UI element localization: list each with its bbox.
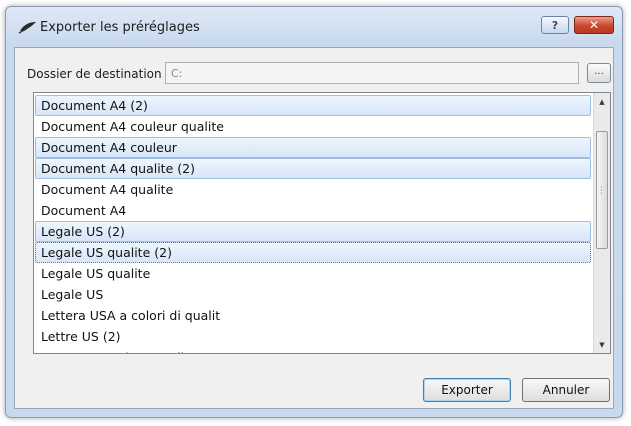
- vertical-scrollbar[interactable]: ▲ · · · ▼: [593, 93, 610, 353]
- presets-listbox[interactable]: Document A4 (2) Document A4 couleur quali…: [33, 92, 611, 354]
- list-item[interactable]: Legale US qualite: [35, 263, 591, 284]
- list-item[interactable]: Document A4 couleur qualite: [35, 116, 591, 137]
- scanner-pen-icon: [18, 22, 36, 34]
- scrollbar-thumb[interactable]: · · ·: [596, 131, 608, 249]
- title-bar[interactable]: Exporter les préréglages ? ✕: [6, 7, 622, 47]
- scroll-down-arrow-icon[interactable]: ▼: [594, 336, 610, 353]
- cancel-button[interactable]: Annuler: [522, 378, 610, 402]
- destination-folder-label: Dossier de destination: [27, 67, 162, 81]
- dialog-content: Dossier de destination ... Document A4 (…: [14, 47, 614, 409]
- presets-list: Document A4 (2) Document A4 couleur quali…: [35, 95, 591, 353]
- export-button[interactable]: Exporter: [423, 378, 511, 402]
- scroll-up-arrow-icon[interactable]: ▲: [594, 93, 610, 110]
- export-button-label: Exporter: [441, 383, 493, 397]
- list-item[interactable]: Legale US qualite (2): [35, 242, 591, 263]
- list-item[interactable]: Document A4 couleur: [35, 137, 591, 158]
- list-item[interactable]: Legale US: [35, 284, 591, 305]
- list-item[interactable]: Lettre US (2): [35, 326, 591, 347]
- list-item[interactable]: Document A4: [35, 200, 591, 221]
- close-button[interactable]: ✕: [574, 16, 614, 34]
- grip-icon: · · ·: [600, 183, 603, 198]
- cancel-button-label: Annuler: [542, 383, 590, 397]
- list-item[interactable]: Lettera USA a colori di qualit: [35, 305, 591, 326]
- list-item[interactable]: Document A4 qualite: [35, 179, 591, 200]
- help-button[interactable]: ?: [541, 16, 569, 34]
- close-icon: ✕: [588, 18, 600, 32]
- help-icon: ?: [551, 18, 559, 32]
- list-item[interactable]: Lettre US couleur qualite: [35, 347, 591, 353]
- list-item[interactable]: Legale US (2): [35, 221, 591, 242]
- list-item[interactable]: Document A4 qualite (2): [35, 158, 591, 179]
- browse-button-label: ...: [594, 66, 604, 77]
- list-item[interactable]: Document A4 (2): [35, 95, 591, 116]
- dialog-title: Exporter les préréglages: [40, 20, 200, 35]
- browse-button[interactable]: ...: [587, 63, 611, 83]
- destination-folder-field[interactable]: [165, 62, 579, 84]
- export-presets-dialog: Exporter les préréglages ? ✕ Dossier de …: [5, 6, 623, 418]
